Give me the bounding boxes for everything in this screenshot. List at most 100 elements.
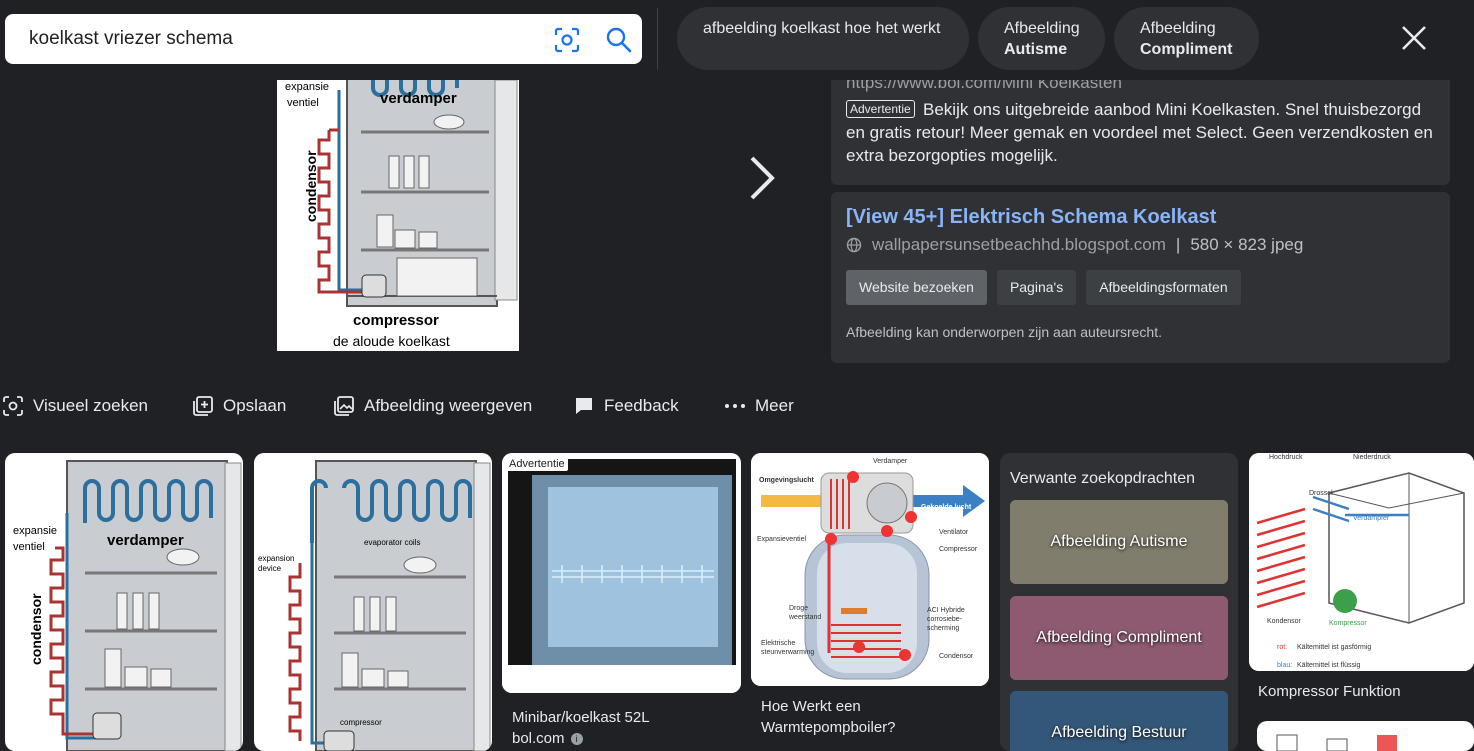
result-card-fridge-1[interactable]: expansie ventiel verdamper condensor: [5, 453, 243, 751]
separator: |: [1175, 235, 1181, 254]
image-meta: wallpapersunsetbeachhd.blogspot.com | 58…: [846, 235, 1303, 255]
chip-afbeelding-autisme[interactable]: Afbeelding Autisme: [978, 7, 1105, 70]
chip-label-bold: Autisme: [1004, 40, 1068, 58]
result-card-fridge-2[interactable]: evaporator coils expansion device compre…: [254, 453, 492, 751]
action-label: Visueel zoeken: [33, 396, 148, 415]
related-title: Verwante zoekopdrachten: [1010, 470, 1196, 487]
copyright-notice: Afbeelding kan onderworpen zijn aan aute…: [846, 324, 1162, 340]
result-source: bol.com: [512, 730, 565, 747]
search-box: [5, 14, 642, 64]
label-ventilator: Ventilator: [939, 529, 969, 536]
label-expansion: expansion: [258, 554, 294, 563]
label-expansie: expansie: [285, 81, 329, 93]
image-icon: [334, 396, 354, 416]
label-steunverwarming: steunverwarming: [761, 649, 814, 656]
image-title-link[interactable]: [View 45+] Elektrisch Schema Koelkast: [846, 206, 1216, 229]
kompressor-caption[interactable]: Kompressor Funktion: [1249, 671, 1474, 711]
result-title: Minibar/koelkast 52L: [512, 709, 650, 726]
label-elektrische: Elektrische: [761, 640, 795, 647]
label-drossel: Drossel: [1309, 490, 1333, 497]
image-size: 580 × 823 jpeg: [1190, 235, 1304, 254]
label-kondensor: Kondensor: [1267, 618, 1302, 625]
chip-label: afbeelding koelkast hoe het werkt: [703, 20, 941, 37]
visual-search-icon: [3, 396, 23, 416]
result-card-warmtepomp[interactable]: Verdamper Omgevingslucht Gekoelde lucht …: [751, 453, 989, 686]
action-label: Afbeelding weergeven: [364, 396, 533, 415]
result-image: [1276, 734, 1397, 751]
related-item-autisme[interactable]: Afbeelding Autisme: [1010, 500, 1228, 584]
preview-caption: de aloude koelkast: [333, 333, 450, 349]
warmtepomp-caption[interactable]: Hoe Werkt een Warmtepompboiler?: [751, 686, 989, 751]
label-rot-desc: Kältemittel ist gasförmig: [1297, 644, 1371, 651]
label-aci-2: corrosiebe-: [927, 616, 963, 623]
label-evaporator: evaporator coils: [364, 538, 420, 547]
image-info-card: [View 45+] Elektrisch Schema Koelkast wa…: [831, 192, 1450, 363]
ad-card[interactable]: https://www.bol.com/Mini Koelkasten Adve…: [831, 73, 1450, 185]
label-compressor: compressor: [340, 718, 382, 727]
chip-koelkast-hoe-het-werkt[interactable]: afbeelding koelkast hoe het werkt: [677, 7, 969, 70]
feedback-action[interactable]: Feedback: [573, 395, 679, 417]
label-niederdruck: Niederdruck: [1353, 454, 1391, 461]
close-icon[interactable]: [1394, 18, 1434, 58]
save-action[interactable]: Opslaan: [192, 395, 286, 417]
kompressor-diagram: Hochdruck Niederdruck Drossel Verdampfer…: [1249, 453, 1474, 671]
visit-website-button[interactable]: Website bezoeken: [846, 270, 987, 305]
search-icon[interactable]: [605, 26, 633, 54]
label-hochdruck: Hochdruck: [1269, 454, 1303, 461]
label-ventiel: ventiel: [287, 97, 319, 109]
ad-text: Bekijk ons uitgebreide aanbod Mini Koelk…: [846, 100, 1433, 165]
label-aci-3: scherming: [927, 625, 959, 632]
ad-badge: Advertentie: [506, 457, 568, 471]
label-expansieventiel: Expansieventiel: [757, 536, 806, 543]
label-weerstand: weerstand: [788, 614, 821, 621]
chevron-right-icon[interactable]: [742, 150, 784, 206]
related-searches: Verwante zoekopdrachten Afbeelding Autis…: [1000, 453, 1238, 751]
visual-search-icon[interactable]: [554, 27, 580, 53]
pages-button[interactable]: Pagina's: [996, 270, 1077, 305]
more-action[interactable]: Meer: [724, 395, 794, 417]
boiler-diagram: Verdamper Omgevingslucht Gekoelde lucht …: [751, 453, 989, 686]
image-sizes-button[interactable]: Afbeeldingsformaten: [1086, 270, 1241, 305]
result-card-next[interactable]: [1257, 721, 1474, 751]
chip-label: Afbeelding: [1004, 19, 1080, 37]
chip-label-bold: Compliment: [1140, 40, 1233, 58]
label-blau: blau:: [1277, 662, 1292, 669]
label-verdampfer: Verdampfer: [1353, 515, 1390, 522]
info-buttons: Website bezoeken Pagina's Afbeeldingsfor…: [846, 270, 1241, 305]
result-card-minibar[interactable]: Advertentie: [502, 453, 741, 693]
related-label: Afbeelding Bestuur: [1010, 691, 1228, 751]
related-item-bestuur[interactable]: Afbeelding Bestuur: [1010, 691, 1228, 751]
related-item-compliment[interactable]: Afbeelding Compliment: [1010, 596, 1228, 680]
fridge-diagram: expansie ventiel verdamper condensor com…: [277, 80, 519, 351]
feedback-icon: [576, 398, 592, 414]
label-compressor: compressor: [353, 312, 439, 329]
top-bar: afbeelding koelkast hoe het werkt Afbeel…: [0, 0, 1474, 80]
divider: [657, 8, 658, 70]
preview-image[interactable]: expansie ventiel verdamper condensor com…: [277, 80, 519, 351]
label-verdamper: Verdamper: [873, 458, 908, 465]
result-source-row: bol.com i: [512, 728, 731, 749]
minibar-caption[interactable]: Minibar/koelkast 52L bol.com i: [502, 693, 741, 751]
chip-label: Afbeelding: [1140, 19, 1216, 37]
info-icon[interactable]: i: [570, 732, 583, 745]
action-label: Opslaan: [223, 396, 287, 415]
chip-afbeelding-compliment[interactable]: Afbeelding Compliment: [1114, 7, 1259, 70]
action-label: Meer: [755, 396, 794, 415]
result-image: expansie ventiel verdamper condensor: [13, 460, 242, 751]
label-droge: Droge: [789, 605, 808, 612]
minibar-image: [502, 453, 741, 693]
search-input[interactable]: [29, 14, 529, 64]
visual-search-action[interactable]: Visueel zoeken: [2, 395, 148, 417]
label-device: device: [258, 564, 282, 573]
source-site[interactable]: wallpapersunsetbeachhd.blogspot.com: [872, 235, 1166, 255]
view-image-action[interactable]: Afbeelding weergeven: [333, 395, 532, 417]
label-ventiel: ventiel: [13, 541, 45, 553]
label-aci: ACI Hybride: [927, 607, 965, 614]
result-card-kompressor[interactable]: Hochdruck Niederdruck Drossel Verdampfer…: [1249, 453, 1474, 671]
label-compressor: Compressor: [939, 546, 978, 553]
globe-icon: [846, 237, 862, 253]
related-label: Afbeelding Autisme: [1010, 500, 1228, 584]
label-kompressor: Kompressor: [1329, 620, 1367, 627]
related-label: Afbeelding Compliment: [1010, 596, 1228, 680]
label-expansie: expansie: [13, 525, 57, 537]
